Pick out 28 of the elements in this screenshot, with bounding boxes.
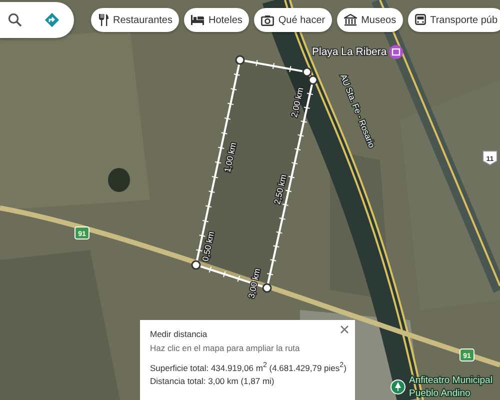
category-chip[interactable]: Hoteles: [184, 8, 250, 32]
vertex-handle[interactable]: [191, 260, 201, 270]
distance-label: 3,00 km: [246, 268, 262, 300]
distance-label: 1,00 km: [222, 142, 238, 174]
category-chip[interactable]: Qué hacer: [254, 8, 332, 32]
category-chip[interactable]: Restaurantes: [91, 8, 180, 32]
panel-hint: Haz clic en el mapa para ampliar la ruta: [150, 343, 301, 353]
distance-label: 2,00 km: [288, 86, 306, 118]
museum-icon: [344, 14, 358, 26]
total-area: Superficie total: 434.919,06 m$^{2}$ (4.681.429,79 pies$^{2}$): [150, 361, 345, 373]
bed-icon: [191, 15, 204, 25]
category-chip[interactable]: Museos: [337, 8, 404, 32]
distance-label: 2,50 km: [272, 173, 288, 206]
place-label[interactable]: Playa La Ribera: [312, 46, 387, 58]
search-icon[interactable]: [8, 13, 22, 27]
pond: [108, 168, 130, 192]
camera-icon: [261, 14, 274, 26]
fork-knife-icon: [98, 14, 109, 26]
vertex-handle[interactable]: [235, 55, 245, 65]
total-distance: Distancia total: 3,00 km (1,87 mi): [150, 376, 276, 386]
park-pin-icon[interactable]: [390, 380, 406, 394]
bus-icon: [415, 14, 426, 26]
close-icon[interactable]: [340, 325, 349, 334]
category-chip[interactable]: Transporte púb: [408, 8, 500, 32]
museum-pin-icon[interactable]: [389, 45, 403, 59]
vertex-handle[interactable]: [262, 283, 272, 293]
distance-label: 0,50 km: [200, 230, 216, 262]
panel-title: Medir distancia: [150, 329, 208, 339]
